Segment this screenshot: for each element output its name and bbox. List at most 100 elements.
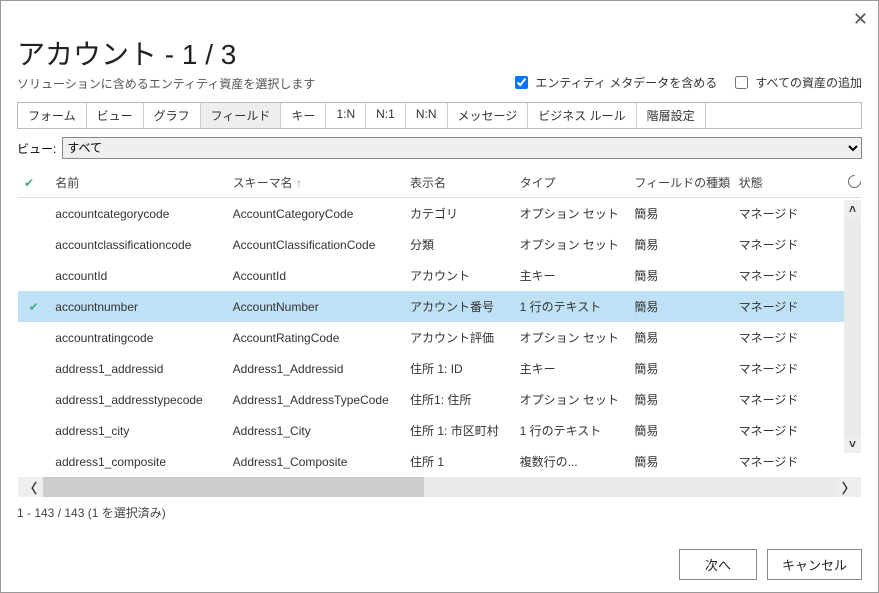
- cell-name: accountId: [49, 260, 226, 291]
- cell-fieldkind: 簡易: [628, 322, 732, 353]
- cell-schema: Address1_Addressid: [227, 353, 404, 384]
- cell-type: オプション セット: [514, 198, 629, 230]
- cell-schema: Address1_Composite: [227, 446, 404, 477]
- check-icon: ✔: [27, 300, 41, 314]
- tab-ビジネス ルール[interactable]: ビジネス ルール: [528, 103, 636, 128]
- scroll-v-track[interactable]: [844, 218, 861, 435]
- table-row[interactable]: address1_cityAddress1_City住所 1: 市区町村1 行の…: [18, 415, 861, 446]
- scroll-down-icon[interactable]: ˅: [849, 435, 856, 453]
- tab-N:1[interactable]: N:1: [366, 103, 406, 128]
- tab-グラフ[interactable]: グラフ: [144, 103, 201, 128]
- table-row[interactable]: address1_addresstypecodeAddress1_Address…: [18, 384, 861, 415]
- page-subtitle: ソリューションに含めるエンティティ資産を選択します: [17, 75, 315, 92]
- col-check[interactable]: ✔: [18, 168, 49, 198]
- add-all-assets-label: すべての資産の追加: [755, 74, 862, 91]
- next-button[interactable]: 次へ: [679, 549, 757, 580]
- cell-type: オプション セット: [514, 322, 629, 353]
- col-display[interactable]: 表示名: [404, 168, 514, 198]
- view-select[interactable]: すべて: [62, 137, 862, 159]
- col-type[interactable]: タイプ: [514, 168, 629, 198]
- cell-display: アカウント番号: [404, 291, 514, 322]
- table-row[interactable]: accountclassificationcodeAccountClassifi…: [18, 229, 861, 260]
- cell-type: オプション セット: [514, 229, 629, 260]
- header-row: ✔ 名前 スキーマ名 表示名 タイプ フィールドの種類 状態: [18, 168, 861, 198]
- tab-1:N[interactable]: 1:N: [326, 103, 366, 128]
- tab-メッセージ[interactable]: メッセージ: [448, 103, 529, 128]
- col-fieldkind[interactable]: フィールドの種類: [628, 168, 732, 198]
- cell-display: カテゴリ: [404, 198, 514, 230]
- scroll-h-track[interactable]: [43, 477, 836, 497]
- tab-フィールド[interactable]: フィールド: [201, 103, 282, 128]
- cell-state: マネージド: [733, 291, 843, 322]
- dialog: ✕ アカウント - 1 / 3 ソリューションに含めるエンティティ資産を選択しま…: [0, 0, 879, 593]
- row-check[interactable]: [18, 353, 49, 384]
- cell-display: 住所1: 住所: [404, 384, 514, 415]
- include-metadata-checkbox[interactable]: エンティティ メタデータを含める: [511, 73, 717, 92]
- cell-display: 住所 1: 市区町村: [404, 415, 514, 446]
- cell-name: accountclassificationcode: [49, 229, 226, 260]
- tab-キー[interactable]: キー: [281, 103, 326, 128]
- cell-type: 複数行の...: [514, 446, 629, 477]
- row-check[interactable]: ✔: [18, 291, 49, 322]
- cell-name: accountcategorycode: [49, 198, 226, 230]
- col-name[interactable]: 名前: [49, 168, 226, 198]
- cell-state: マネージド: [733, 198, 843, 230]
- table-row[interactable]: accountcategorycodeAccountCategoryCodeカテ…: [18, 198, 861, 230]
- view-label: ビュー:: [17, 140, 56, 157]
- scroll-right-icon[interactable]: 〉: [836, 478, 861, 497]
- scrollbar-vertical[interactable]: ˄ ˅: [844, 200, 861, 453]
- row-check[interactable]: [18, 229, 49, 260]
- col-schema[interactable]: スキーマ名: [227, 168, 404, 198]
- add-all-assets-input[interactable]: [735, 76, 748, 89]
- cell-state: マネージド: [733, 384, 843, 415]
- cell-display: 住所 1: ID: [404, 353, 514, 384]
- cell-fieldkind: 簡易: [628, 260, 732, 291]
- cell-schema: AccountId: [227, 260, 404, 291]
- scroll-up-icon[interactable]: ˄: [849, 200, 856, 218]
- close-icon[interactable]: ✕: [853, 9, 868, 30]
- scroll-h-thumb[interactable]: [43, 477, 424, 497]
- cell-name: accountnumber: [49, 291, 226, 322]
- cell-state: マネージド: [733, 322, 843, 353]
- add-all-assets-checkbox[interactable]: すべての資産の追加: [731, 73, 862, 92]
- tab-N:N[interactable]: N:N: [406, 103, 448, 128]
- cell-state: マネージド: [733, 229, 843, 260]
- cell-schema: AccountRatingCode: [227, 322, 404, 353]
- cell-display: アカウント評価: [404, 322, 514, 353]
- include-metadata-input[interactable]: [515, 76, 528, 89]
- cell-display: 住所 1: [404, 446, 514, 477]
- table-row[interactable]: accountIdAccountIdアカウント主キー簡易マネージド: [18, 260, 861, 291]
- cell-schema: AccountNumber: [227, 291, 404, 322]
- cell-name: address1_composite: [49, 446, 226, 477]
- scrollbar-horizontal[interactable]: 〈 〉: [18, 477, 861, 497]
- row-check[interactable]: [18, 384, 49, 415]
- tab-フォーム[interactable]: フォーム: [18, 103, 87, 128]
- tab-階層設定[interactable]: 階層設定: [637, 103, 706, 128]
- table-row[interactable]: address1_compositeAddress1_Composite住所 1…: [18, 446, 861, 477]
- row-check[interactable]: [18, 260, 49, 291]
- cell-display: アカウント: [404, 260, 514, 291]
- table-row[interactable]: address1_addressidAddress1_Addressid住所 1…: [18, 353, 861, 384]
- table-row[interactable]: ✔accountnumberAccountNumberアカウント番号1 行のテキ…: [18, 291, 861, 322]
- tab-bar: フォームビューグラフフィールドキー1:NN:1N:Nメッセージビジネス ルール階…: [17, 102, 862, 129]
- cancel-button[interactable]: キャンセル: [767, 549, 862, 580]
- cell-state: マネージド: [733, 415, 843, 446]
- tab-ビュー[interactable]: ビュー: [87, 103, 144, 128]
- scroll-left-icon[interactable]: 〈: [18, 478, 43, 497]
- col-state[interactable]: 状態: [733, 168, 843, 198]
- include-metadata-label: エンティティ メタデータを含める: [535, 74, 717, 91]
- cell-type: 1 行のテキスト: [514, 415, 629, 446]
- cell-type: オプション セット: [514, 384, 629, 415]
- col-refresh[interactable]: [842, 168, 861, 198]
- row-check[interactable]: [18, 415, 49, 446]
- cell-name: accountratingcode: [49, 322, 226, 353]
- grid: ✔ 名前 スキーマ名 表示名 タイプ フィールドの種類 状態 accountca…: [17, 167, 862, 498]
- row-check[interactable]: [18, 446, 49, 477]
- cell-schema: Address1_AddressTypeCode: [227, 384, 404, 415]
- row-check[interactable]: [18, 198, 49, 230]
- row-check[interactable]: [18, 322, 49, 353]
- cell-state: マネージド: [733, 446, 843, 477]
- cell-fieldkind: 簡易: [628, 229, 732, 260]
- cell-fieldkind: 簡易: [628, 353, 732, 384]
- table-row[interactable]: accountratingcodeAccountRatingCodeアカウント評…: [18, 322, 861, 353]
